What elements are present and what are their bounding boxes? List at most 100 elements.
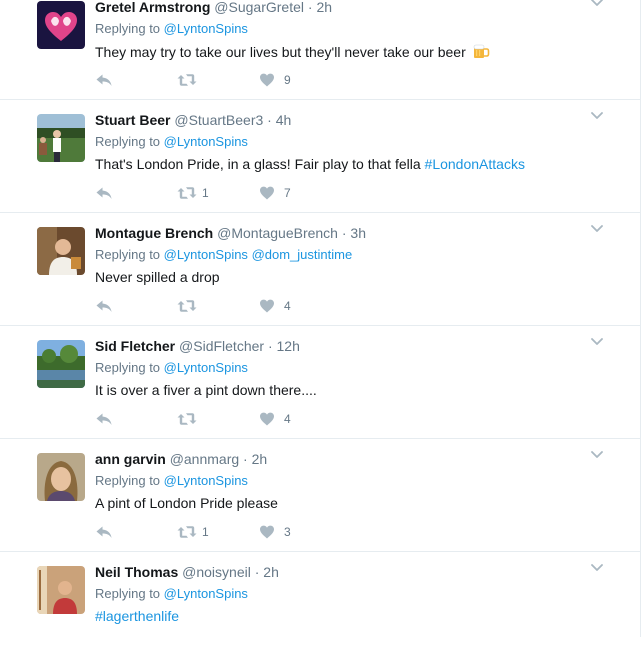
like-count: 7 — [284, 186, 291, 200]
replying-to-label: Replying to — [95, 473, 161, 488]
replying-to: Replying to @LyntonSpins — [95, 473, 248, 489]
mention-link[interactable]: @LyntonSpins — [164, 360, 248, 375]
replying-to: Replying to @LyntonSpins — [95, 586, 248, 602]
tweet[interactable]: Stuart Beer @StuartBeer3 · 4h Replying t… — [0, 100, 640, 213]
tweet-header: Sid Fletcher @SidFletcher · 12h — [95, 338, 300, 354]
mention-link[interactable]: @LyntonSpins — [164, 134, 248, 149]
chevron-down-icon[interactable] — [591, 225, 603, 233]
tweet[interactable]: Sid Fletcher @SidFletcher · 12h Replying… — [0, 326, 640, 439]
dot-separator: · — [267, 112, 272, 128]
avatar[interactable] — [37, 227, 85, 275]
replying-to-label: Replying to — [95, 586, 161, 601]
chevron-down-icon[interactable] — [591, 0, 603, 7]
display-name[interactable]: Montague Brench — [95, 225, 213, 241]
like-count: 4 — [284, 299, 291, 313]
tweet-text-body: They may try to take our lives but they'… — [95, 44, 466, 60]
chevron-down-icon[interactable] — [591, 451, 603, 459]
retweet-icon — [177, 524, 197, 540]
avatar[interactable] — [37, 566, 85, 614]
heart-icon — [259, 185, 275, 201]
username[interactable]: @SugarGretel — [214, 0, 304, 15]
username[interactable]: @noisyneil — [182, 564, 251, 580]
timestamp[interactable]: 4h — [276, 112, 292, 128]
tweet-header: ann garvin @annmarg · 2h — [95, 451, 267, 467]
mention-link[interactable]: @LyntonSpins — [164, 247, 248, 262]
mention-link[interactable]: @dom_justintime — [252, 247, 353, 262]
username[interactable]: @annmarg — [170, 451, 239, 467]
retweet-count: 1 — [202, 186, 209, 200]
timestamp[interactable]: 2h — [252, 451, 268, 467]
tweet[interactable]: Montague Brench @MontagueBrench · 3h Rep… — [0, 213, 640, 326]
tweet-header: Montague Brench @MontagueBrench · 3h — [95, 225, 366, 241]
dot-separator: · — [341, 225, 347, 241]
dot-separator: · — [267, 338, 273, 354]
reply-icon — [95, 298, 113, 314]
avatar[interactable] — [37, 1, 85, 49]
mention-link[interactable]: @LyntonSpins — [164, 473, 248, 488]
tweet-text: #lagerthenlife — [95, 607, 179, 625]
avatar[interactable] — [37, 340, 85, 388]
mention-link[interactable]: @LyntonSpins — [164, 21, 248, 36]
reply-icon — [95, 185, 113, 201]
username[interactable]: @MontagueBrench — [217, 225, 338, 241]
like-count: 9 — [284, 73, 291, 87]
reply-icon — [95, 524, 113, 540]
like-count: 3 — [284, 525, 291, 539]
tweet-text: A pint of London Pride please — [95, 495, 278, 511]
display-name[interactable]: Neil Thomas — [95, 564, 178, 580]
hashtag-link[interactable]: #lagerthenlife — [95, 608, 179, 624]
display-name[interactable]: Gretel Armstrong — [95, 0, 210, 15]
dot-separator: · — [254, 564, 260, 580]
tweet-text: Never spilled a drop — [95, 269, 220, 285]
tweet[interactable]: Gretel Armstrong @SugarGretel · 2h Reply… — [0, 0, 640, 100]
avatar[interactable] — [37, 453, 85, 501]
chevron-down-icon[interactable] — [591, 564, 603, 572]
timestamp[interactable]: 12h — [277, 338, 300, 354]
reply-icon — [95, 411, 113, 427]
display-name[interactable]: Sid Fletcher — [95, 338, 175, 354]
replying-to-label: Replying to — [95, 21, 161, 36]
retweet-icon — [177, 185, 197, 201]
hashtag-link[interactable]: #LondonAttacks — [425, 156, 525, 172]
replying-to-label: Replying to — [95, 247, 161, 262]
replying-to-label: Replying to — [95, 360, 161, 375]
tweet-text: They may try to take our lives but they'… — [95, 42, 490, 64]
heart-icon — [259, 298, 275, 314]
tweet-header: Gretel Armstrong @SugarGretel · 2h — [95, 0, 332, 15]
replying-to: Replying to @LyntonSpins — [95, 134, 248, 150]
like-count: 4 — [284, 412, 291, 426]
retweet-icon — [177, 298, 197, 314]
retweet-count: 1 — [202, 525, 209, 539]
retweet-icon — [177, 72, 197, 88]
timestamp[interactable]: 2h — [316, 0, 332, 15]
username[interactable]: @StuartBeer3 — [174, 112, 263, 128]
replying-to-label: Replying to — [95, 134, 161, 149]
tweet-header: Neil Thomas @noisyneil · 2h — [95, 564, 279, 580]
tweet-text-body: That's London Pride, in a glass! Fair pl… — [95, 156, 425, 172]
chevron-down-icon[interactable] — [591, 338, 603, 346]
tweet[interactable]: ann garvin @annmarg · 2h Replying to @Ly… — [0, 439, 640, 552]
replying-to: Replying to @LyntonSpins @dom_justintime — [95, 247, 352, 263]
retweet-icon — [177, 411, 197, 427]
heart-icon — [259, 524, 275, 540]
chevron-down-icon[interactable] — [591, 112, 603, 120]
heart-icon — [259, 72, 275, 88]
replying-to: Replying to @LyntonSpins — [95, 21, 248, 37]
timestamp[interactable]: 3h — [350, 225, 366, 241]
username[interactable]: @SidFletcher — [179, 338, 264, 354]
tweet[interactable]: Neil Thomas @noisyneil · 2h Replying to … — [0, 552, 640, 665]
beer-mug-emoji — [472, 42, 490, 64]
avatar[interactable] — [37, 114, 85, 162]
reply-icon — [95, 72, 113, 88]
display-name[interactable]: Stuart Beer — [95, 112, 170, 128]
timestamp[interactable]: 2h — [263, 564, 279, 580]
heart-icon — [259, 411, 275, 427]
tweet-text: It is over a fiver a pint down there.... — [95, 382, 317, 398]
dot-separator: · — [307, 0, 313, 15]
display-name[interactable]: ann garvin — [95, 451, 166, 467]
replying-to: Replying to @LyntonSpins — [95, 360, 248, 376]
mention-link[interactable]: @LyntonSpins — [164, 586, 248, 601]
tweet-text: That's London Pride, in a glass! Fair pl… — [95, 155, 525, 173]
dot-separator: · — [243, 451, 248, 467]
tweet-header: Stuart Beer @StuartBeer3 · 4h — [95, 112, 291, 128]
